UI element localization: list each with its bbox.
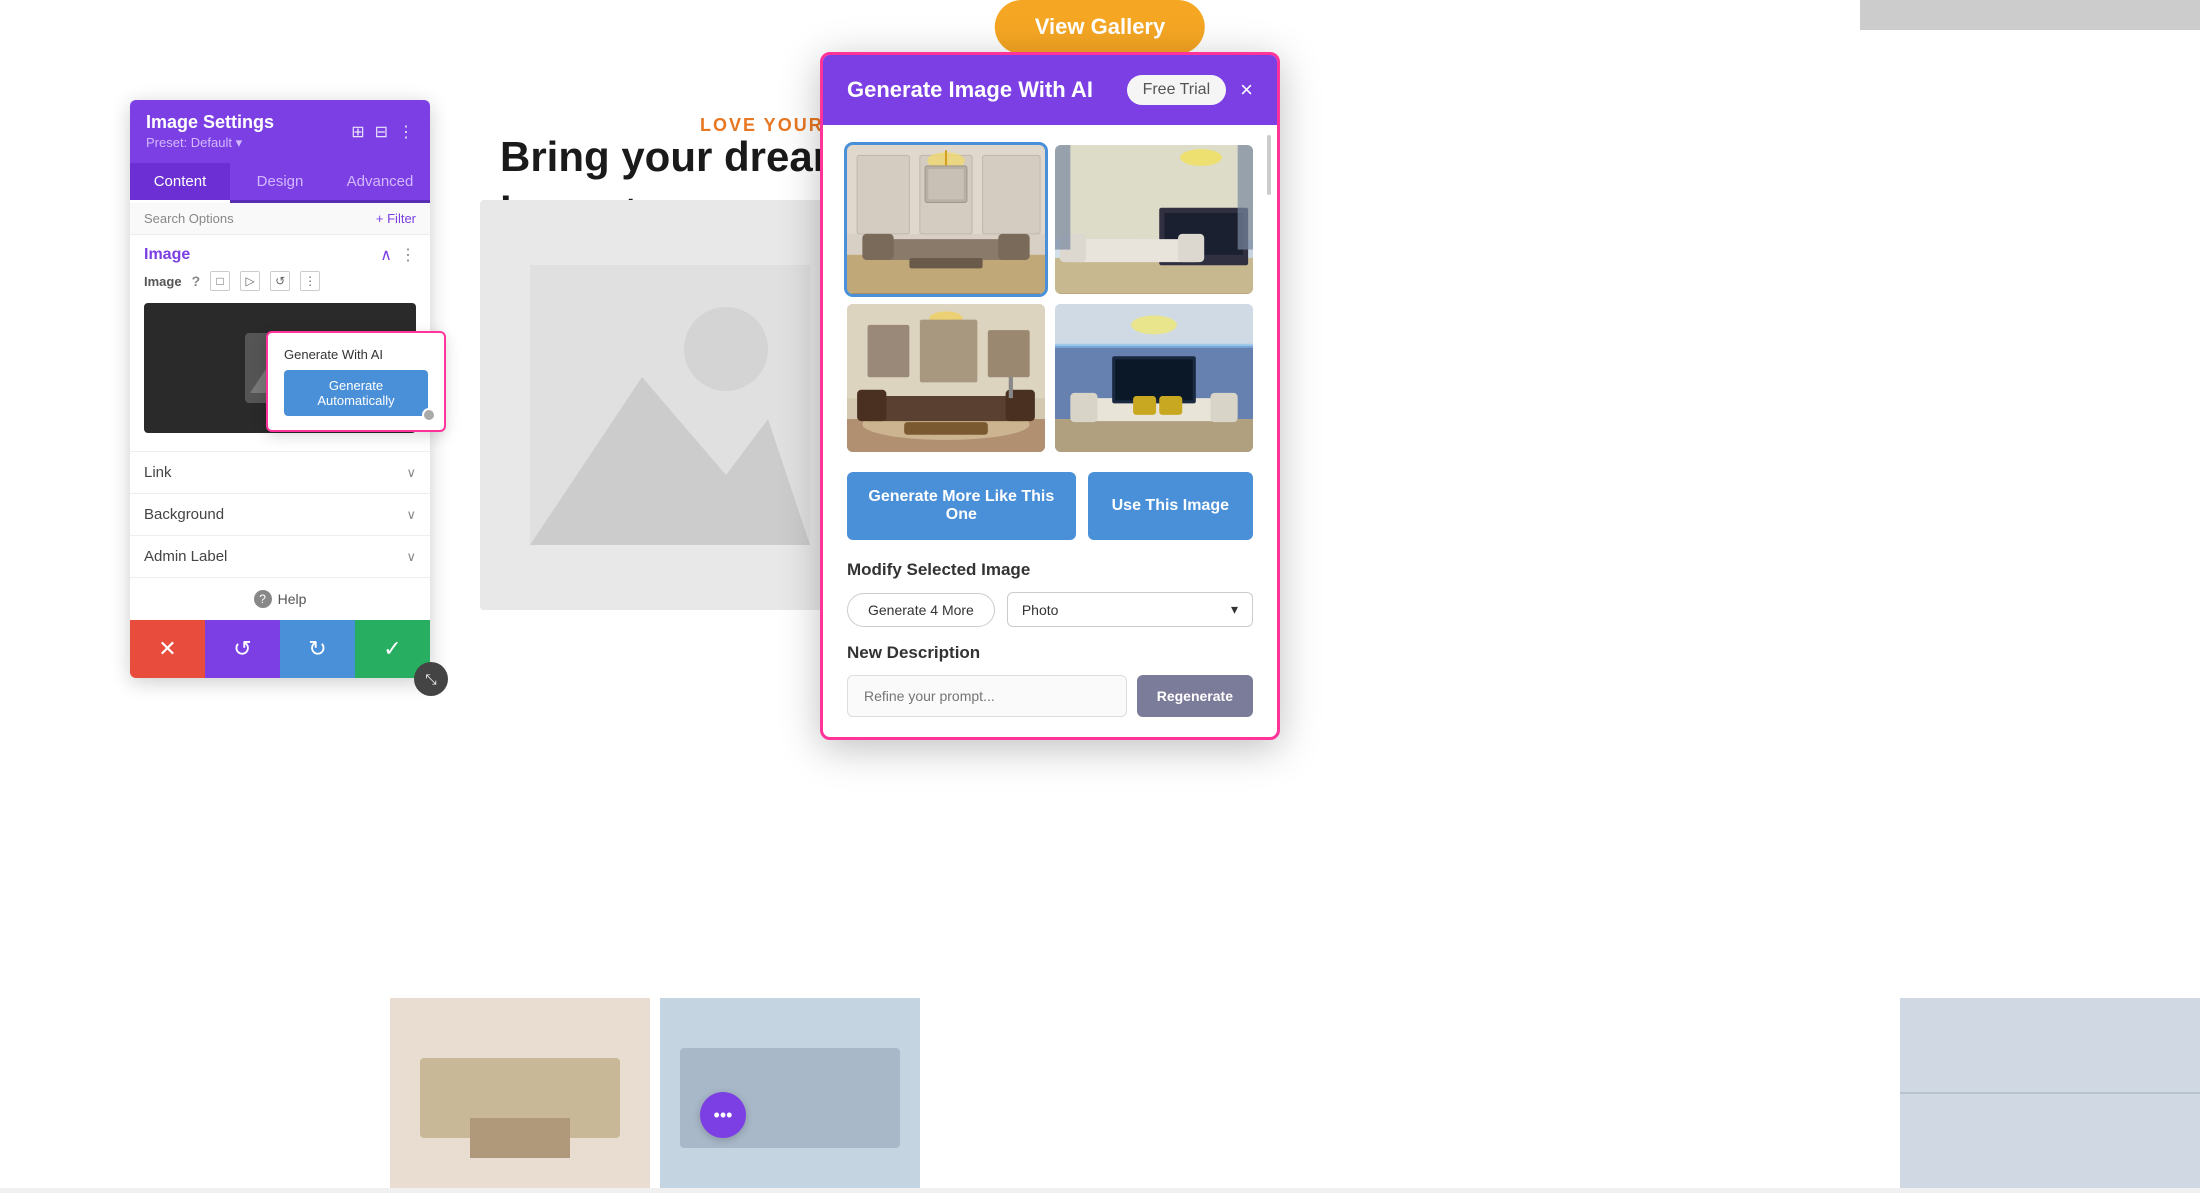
panel-search: Search Options + Filter: [130, 203, 430, 235]
image-section: Image ∧ ⋮ Image ? □ ▷ ↺ ⋮ Generate With …: [130, 235, 430, 452]
panel-title: Image Settings: [146, 112, 274, 133]
generate-ai-popup: Generate With AI Generate Automatically: [266, 331, 446, 432]
close-modal-button[interactable]: ×: [1240, 79, 1253, 101]
toolbar-icon-box[interactable]: □: [210, 271, 230, 291]
background-chevron: ∨: [406, 507, 416, 523]
generate-more-button[interactable]: Generate More Like This One: [847, 472, 1076, 540]
panel-icon-more[interactable]: ⋮: [398, 122, 414, 142]
description-title: New Description: [847, 643, 1253, 663]
admin-chevron: ∨: [406, 549, 416, 565]
toolbar-icon-cursor[interactable]: ▷: [240, 271, 260, 291]
description-input[interactable]: [847, 675, 1127, 717]
regenerate-button[interactable]: Regenerate: [1137, 675, 1253, 717]
style-select-label: Photo: [1022, 602, 1059, 618]
panel-help: ? Help: [130, 578, 430, 620]
toolbar-help-icon[interactable]: ?: [192, 273, 201, 289]
modify-title: Modify Selected Image: [847, 560, 1253, 580]
undo-button[interactable]: ↺: [205, 620, 280, 678]
image-label: Image: [144, 274, 182, 289]
style-select-chevron: ▾: [1231, 601, 1238, 618]
background-label: Background: [144, 506, 224, 523]
image-toolbar: Image ? □ ▷ ↺ ⋮: [144, 265, 416, 295]
link-section[interactable]: Link ∨: [130, 452, 430, 494]
center-placeholder-image: [480, 200, 860, 610]
help-icon: ?: [254, 590, 272, 608]
section-icon-up[interactable]: ∧: [380, 245, 392, 265]
tab-advanced[interactable]: Advanced: [330, 163, 430, 200]
search-placeholder-text: Search Options: [144, 211, 376, 226]
bottom-image-left: [390, 998, 650, 1188]
bottom-image-right: [660, 998, 920, 1188]
modal-scrollbar[interactable]: [1267, 135, 1271, 195]
ai-modal-header: Generate Image With AI Free Trial ×: [823, 55, 1277, 125]
filter-button[interactable]: + Filter: [376, 211, 416, 226]
tab-design[interactable]: Design: [230, 163, 330, 200]
bottom-image-far-right: [1900, 998, 2200, 1188]
ai-image-cell-4[interactable]: [1055, 304, 1253, 453]
help-text: Help: [278, 591, 307, 607]
background-section[interactable]: Background ∨: [130, 494, 430, 536]
corner-symbol: ⤡: [425, 671, 436, 688]
generate-4-button[interactable]: Generate 4 More: [847, 593, 995, 627]
ai-image-cell-3[interactable]: [847, 304, 1045, 453]
admin-label-text: Admin Label: [144, 548, 227, 565]
ai-image-cell-1[interactable]: [847, 145, 1045, 294]
generate-ai-label: Generate With AI: [284, 347, 428, 362]
ai-action-buttons: Generate More Like This One Use This Ima…: [847, 472, 1253, 540]
ai-modal-body: Generate More Like This One Use This Ima…: [823, 125, 1277, 737]
chat-bubble[interactable]: •••: [700, 1092, 746, 1138]
link-label: Link: [144, 464, 172, 481]
panel-icon-columns[interactable]: ⊟: [375, 122, 388, 142]
panel-icon-grid[interactable]: ⊞: [351, 122, 364, 142]
ai-image-cell-2[interactable]: [1055, 145, 1253, 294]
corner-icon: ⤡: [414, 662, 448, 696]
redo-button[interactable]: ↻: [280, 620, 355, 678]
toolbar-icon-more[interactable]: ⋮: [300, 271, 320, 291]
panel-tabs: Content Design Advanced: [130, 163, 430, 203]
panel-header-icons: ⊞ ⊟ ⋮: [351, 122, 414, 142]
cursor-indicator: [422, 408, 436, 422]
modify-section: Modify Selected Image Generate 4 More Ph…: [847, 560, 1253, 627]
view-gallery-button[interactable]: View Gallery: [995, 0, 1205, 54]
link-chevron: ∨: [406, 465, 416, 481]
modify-controls: Generate 4 More Photo ▾: [847, 592, 1253, 627]
image-settings-panel: Image Settings Preset: Default ▾ ⊞ ⊟ ⋮ C…: [130, 100, 430, 678]
section-icon-menu[interactable]: ⋮: [400, 245, 416, 265]
chat-icon: •••: [714, 1105, 733, 1126]
use-image-button[interactable]: Use This Image: [1088, 472, 1253, 540]
generate-automatically-button[interactable]: Generate Automatically: [284, 370, 428, 416]
top-right-image: [1860, 0, 2200, 30]
ai-image-grid: [847, 145, 1253, 452]
panel-header: Image Settings Preset: Default ▾ ⊞ ⊟ ⋮: [130, 100, 430, 163]
panel-preset: Preset: Default ▾: [146, 135, 274, 151]
description-section: New Description Regenerate: [847, 643, 1253, 717]
cancel-button[interactable]: ✕: [130, 620, 205, 678]
panel-action-bar: ✕ ↺ ↻ ✓: [130, 620, 430, 678]
ai-modal-header-right: Free Trial ×: [1127, 75, 1253, 105]
ai-modal: Generate Image With AI Free Trial ×: [820, 52, 1280, 740]
style-select[interactable]: Photo ▾: [1007, 592, 1253, 627]
panel-image-area: Generate With AI Generate Automatically: [144, 303, 416, 433]
tab-content[interactable]: Content: [130, 163, 230, 203]
admin-label-section[interactable]: Admin Label ∨: [130, 536, 430, 578]
toolbar-icon-undo[interactable]: ↺: [270, 271, 290, 291]
description-input-row: Regenerate: [847, 675, 1253, 717]
image-section-title: Image: [144, 246, 190, 264]
help-link[interactable]: ? Help: [144, 590, 416, 608]
free-trial-badge: Free Trial: [1127, 75, 1227, 105]
ai-modal-title: Generate Image With AI: [847, 77, 1093, 103]
